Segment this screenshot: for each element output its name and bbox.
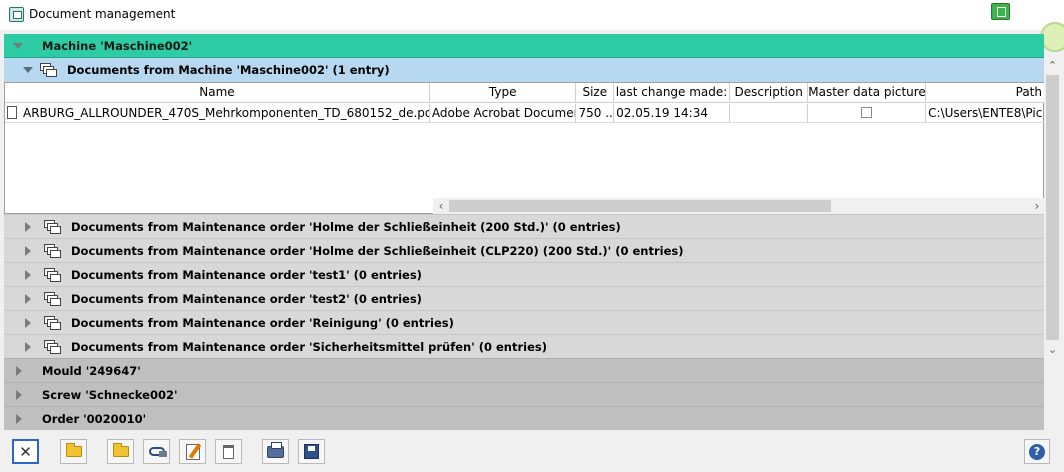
add-folder-icon	[112, 443, 129, 457]
add-folder-button[interactable]	[107, 439, 134, 464]
maintenance-group-label: Documents from Maintenance order 'Reinig…	[71, 315, 454, 330]
open-button[interactable]	[60, 439, 87, 464]
title-bar: Document management	[0, 0, 1064, 30]
help-icon: ?	[1029, 443, 1045, 460]
order-group-row[interactable]: Order '0020010'	[4, 406, 1044, 430]
maintenance-group-label: Documents from Maintenance order 'test2'…	[71, 291, 422, 306]
edit-button[interactable]	[179, 439, 206, 464]
cell-path: C:\Users\ENTE8\Pic	[926, 104, 1045, 122]
column-header-type[interactable]: Type	[430, 83, 577, 102]
expand-arrow-icon[interactable]	[25, 245, 31, 256]
link-button[interactable]	[143, 439, 170, 464]
documents-table: Name Type Size last change made: Descrip…	[4, 82, 1045, 214]
cell-name: ARBURG_ALLROUNDER_470S_Mehrkomponenten_T…	[5, 104, 430, 122]
documents-icon	[44, 339, 62, 354]
master-data-picture-checkbox[interactable]	[861, 107, 873, 118]
window-title: Document management	[29, 7, 176, 21]
vertical-scrollbar[interactable]: ⌃ ⌄	[1044, 58, 1061, 358]
expand-arrow-icon[interactable]	[16, 413, 22, 424]
horizontal-scrollbar[interactable]: ‹ ›	[433, 198, 1045, 214]
documents-icon	[44, 219, 62, 234]
print-icon	[267, 441, 284, 458]
horizontal-scroll-thumb[interactable]	[449, 200, 831, 212]
cell-description[interactable]	[730, 104, 809, 122]
expand-arrow-icon[interactable]	[16, 389, 22, 400]
order-group-label: Order '0020010'	[42, 411, 147, 426]
column-header-description[interactable]: Description	[730, 83, 809, 102]
screw-group-row[interactable]: Screw 'Schnecke002'	[4, 382, 1044, 406]
maintenance-group-row[interactable]: Documents from Maintenance order 'test1'…	[4, 262, 1044, 286]
table-row[interactable]: ARBURG_ALLROUNDER_470S_Mehrkomponenten_T…	[5, 104, 1045, 123]
mould-group-label: Mould '249647'	[42, 363, 141, 378]
vertical-scroll-thumb[interactable]	[1046, 75, 1059, 340]
scroll-down-icon[interactable]: ⌄	[1044, 342, 1061, 358]
save-button[interactable]	[298, 439, 325, 464]
documents-icon	[44, 315, 62, 330]
expand-arrow-icon[interactable]	[25, 341, 31, 352]
help-button[interactable]: ?	[1024, 439, 1050, 464]
expand-arrow-icon[interactable]	[13, 42, 23, 49]
trash-icon	[223, 444, 234, 459]
edit-icon	[185, 443, 200, 460]
documents-icon	[44, 267, 62, 282]
bottom-toolbar: ✕ ?	[0, 430, 1064, 472]
expand-arrow-icon[interactable]	[25, 317, 31, 328]
screw-group-label: Screw 'Schnecke002'	[42, 387, 178, 402]
maintenance-group-row[interactable]: Documents from Maintenance order 'Sicher…	[4, 334, 1044, 358]
table-header: Name Type Size last change made: Descrip…	[5, 83, 1045, 103]
file-icon	[7, 106, 17, 119]
cell-master-data-picture	[808, 104, 927, 122]
mould-group-row[interactable]: Mould '249647'	[4, 358, 1044, 382]
maintenance-group-label: Documents from Maintenance order 'test1'…	[71, 267, 422, 282]
scroll-left-icon[interactable]: ‹	[433, 198, 449, 214]
app-icon	[9, 7, 24, 22]
expand-arrow-icon[interactable]	[16, 365, 22, 376]
maintenance-group-row[interactable]: Documents from Maintenance order 'test2'…	[4, 286, 1044, 310]
expand-arrow-icon[interactable]	[25, 221, 31, 232]
column-header-size[interactable]: Size	[576, 83, 615, 102]
maintenance-group-row[interactable]: Documents from Maintenance order 'Holme …	[4, 238, 1044, 262]
maintenance-group-label: Documents from Maintenance order 'Holme …	[71, 243, 684, 258]
documents-icon	[40, 63, 58, 77]
export-icon[interactable]	[991, 3, 1010, 20]
maintenance-group-label: Documents from Maintenance order 'Sicher…	[71, 339, 548, 354]
file-name: ARBURG_ALLROUNDER_470S_Mehrkomponenten_T…	[23, 106, 430, 120]
close-button[interactable]: ✕	[12, 439, 39, 464]
scroll-up-icon[interactable]: ⌃	[1044, 58, 1061, 74]
column-header-last-change[interactable]: last change made:	[614, 83, 731, 102]
column-header-path[interactable]: Path	[926, 83, 1045, 102]
print-button[interactable]	[262, 439, 289, 464]
cell-last-change: 02.05.19 14:34	[614, 104, 731, 122]
documents-icon	[44, 243, 62, 258]
column-header-name[interactable]: Name	[5, 83, 430, 102]
expand-arrow-icon[interactable]	[23, 67, 33, 73]
close-icon: ✕	[19, 442, 32, 461]
doc-group-header[interactable]: Documents from Machine 'Maschine002' (1 …	[4, 58, 1044, 82]
link-icon	[148, 447, 167, 457]
doc-group-label: Documents from Machine 'Maschine002' (1 …	[67, 63, 390, 77]
save-icon	[304, 444, 319, 459]
cell-size: 750 ...	[576, 104, 615, 122]
scroll-right-icon[interactable]: ›	[1029, 198, 1045, 214]
delete-button[interactable]	[215, 439, 242, 464]
expand-arrow-icon[interactable]	[25, 293, 31, 304]
maintenance-group-label: Documents from Maintenance order 'Holme …	[71, 219, 621, 234]
machine-group-label: Machine 'Maschine002'	[42, 38, 193, 53]
machine-group-row[interactable]: Machine 'Maschine002'	[4, 34, 1044, 58]
cell-type: Adobe Acrobat Document	[430, 104, 577, 122]
maintenance-group-row[interactable]: Documents from Maintenance order 'Reinig…	[4, 310, 1044, 334]
maintenance-group-row[interactable]: Documents from Maintenance order 'Holme …	[4, 214, 1044, 238]
open-folder-icon	[65, 443, 82, 457]
column-header-master-data-picture[interactable]: Master data picture	[808, 83, 927, 102]
documents-icon	[44, 291, 62, 306]
expand-arrow-icon[interactable]	[25, 269, 31, 280]
